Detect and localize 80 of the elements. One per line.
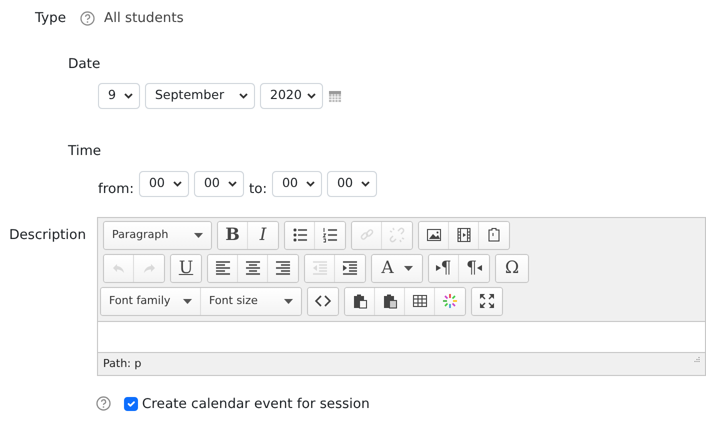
field-label: Date [68, 55, 100, 74]
sparkle-icon [442, 293, 458, 310]
field-value: All students [104, 9, 184, 28]
caret-icon [404, 266, 413, 271]
select-value: 00 [204, 174, 220, 192]
bold-button[interactable]: B [218, 222, 248, 249]
select-value: 00 [337, 174, 353, 192]
align-right-icon [275, 260, 291, 276]
help-icon [96, 396, 111, 412]
align-right-button[interactable] [268, 254, 298, 282]
calendar-icon [328, 88, 342, 102]
code-icon [315, 293, 331, 310]
media-button[interactable] [449, 222, 479, 249]
right-to-left-button[interactable]: ¶ [459, 254, 489, 282]
select-dropdown[interactable]: 00 [327, 170, 378, 197]
fullscreen-icon [479, 293, 495, 310]
time-label: from: [98, 180, 134, 198]
clipboard-icon [486, 227, 502, 244]
select-value: September [155, 86, 224, 104]
select-value: 2020 [270, 86, 302, 104]
time-label: to: [248, 180, 268, 198]
arrow-icon [476, 264, 482, 272]
indent-icon [342, 260, 358, 276]
text-color-button[interactable]: A [372, 254, 422, 282]
arrow-icon [436, 264, 441, 272]
image-button[interactable] [419, 222, 449, 249]
indent-button[interactable] [335, 254, 365, 282]
chevron-icon [239, 92, 248, 98]
chevron-icon [228, 180, 237, 187]
list-icon [292, 227, 308, 244]
template-button[interactable] [479, 222, 509, 249]
select-value: 00 [148, 174, 165, 192]
align-center-icon [244, 260, 260, 276]
image-icon [426, 227, 442, 244]
select-dropdown[interactable]: 00 [138, 170, 189, 197]
help-icon [80, 10, 96, 26]
chevron-icon [361, 180, 370, 187]
align-left-icon [214, 260, 230, 276]
checkbox-label: Create calendar event for session [142, 394, 370, 414]
caret-icon [284, 298, 293, 304]
resize-grip-icon [694, 356, 700, 362]
toolbar-dropdown[interactable]: Font size [201, 288, 301, 315]
film-icon [456, 227, 472, 244]
checkbox[interactable] [124, 396, 138, 411]
align-left-button[interactable] [208, 254, 238, 282]
toolbar-dropdown[interactable]: Paragraph [104, 222, 211, 249]
paste-text-button[interactable] [345, 288, 375, 315]
field-label: Time [68, 142, 102, 160]
paste-icon [352, 293, 368, 310]
broken-link-icon [389, 227, 405, 244]
paste-icon [382, 293, 398, 310]
toolbar-dropdown[interactable]: Font family [101, 288, 201, 315]
italic-button[interactable]: I [248, 222, 278, 249]
select-dropdown[interactable]: 00 [194, 170, 244, 197]
align-center-button[interactable] [238, 254, 268, 282]
select-dropdown[interactable]: 00 [272, 170, 322, 197]
chevron-icon [306, 92, 316, 98]
numbers-button[interactable] [315, 222, 345, 249]
chevron-icon [124, 92, 133, 98]
select-value: 9 [108, 86, 116, 104]
underline-button[interactable]: U [171, 254, 201, 282]
select-value: 00 [282, 174, 298, 192]
numbered-list-icon [322, 227, 338, 244]
paste-word-button[interactable] [375, 288, 405, 315]
outdent-icon [312, 260, 328, 276]
bullets-button[interactable] [285, 222, 315, 249]
select-dropdown[interactable]: 9 [98, 82, 140, 108]
caret-icon [194, 232, 203, 238]
select-dropdown[interactable]: September [145, 82, 255, 108]
field-label: Type [35, 9, 66, 28]
left-to-right-button[interactable]: ¶ [429, 254, 459, 282]
chevron-icon [172, 180, 182, 187]
field-label: Description [8, 226, 86, 245]
chevron-icon [306, 180, 316, 187]
symbol-button[interactable]: Ω [496, 254, 528, 282]
caret-icon [183, 298, 192, 304]
path-label: Path: p [103, 356, 142, 372]
table-icon [412, 293, 428, 310]
table-button[interactable] [405, 288, 435, 315]
select-dropdown[interactable]: 2020 [260, 82, 323, 108]
